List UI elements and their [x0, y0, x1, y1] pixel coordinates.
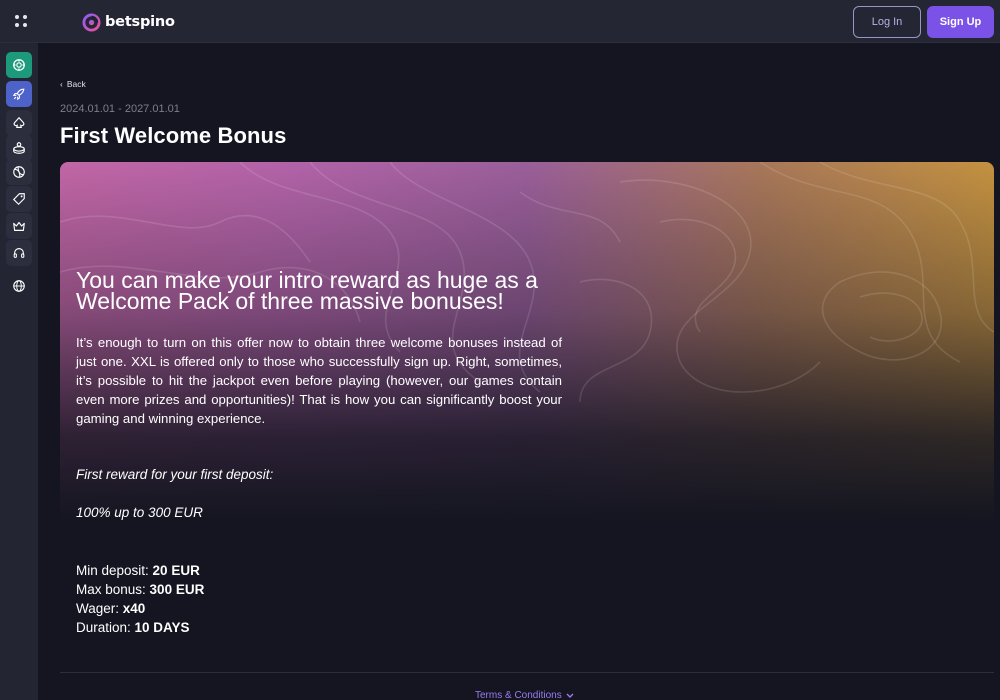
casino-chip-icon [13, 59, 25, 71]
reward-heading: First reward for your first deposit: [76, 467, 274, 482]
detail-label: Max bonus: [76, 582, 150, 597]
logo-text: betspino [105, 14, 175, 30]
sidebar [0, 43, 38, 700]
crown-icon [13, 221, 25, 231]
sidebar-item-vip[interactable] [6, 213, 32, 239]
tag-icon [12, 193, 25, 206]
back-link[interactable]: ‹ Back [60, 79, 86, 89]
sidebar-item-offers[interactable] [6, 186, 32, 212]
detail-value: 10 DAYS [134, 620, 190, 635]
divider [60, 672, 994, 673]
page-title: First Welcome Bonus [60, 123, 287, 148]
chevron-down-icon [566, 693, 574, 698]
top-header: betspino Log In Sign Up [0, 0, 1000, 43]
headset-icon [13, 248, 25, 258]
promo-banner: You can make your intro reward as huge a… [60, 162, 994, 662]
terms-toggle[interactable]: Terms & Conditions [475, 690, 574, 700]
detail-row: Max bonus: 300 EUR [76, 580, 204, 599]
sidebar-item-casino[interactable] [6, 52, 32, 78]
detail-value: x40 [122, 601, 146, 616]
sidebar-item-sports[interactable] [6, 159, 32, 185]
live-casino-icon [13, 142, 25, 154]
detail-row: Min deposit: 20 EUR [76, 561, 204, 580]
detail-label: Min deposit: [76, 563, 153, 578]
detail-value: 300 EUR [149, 582, 205, 597]
spade-icon [13, 116, 25, 128]
bonus-details: Min deposit: 20 EUR Max bonus: 300 EUR W… [76, 561, 204, 637]
banner-headline: You can make your intro reward as huge a… [76, 267, 538, 314]
reward-value: 100% up to 300 EUR [76, 505, 203, 520]
menu-grid-icon[interactable] [12, 12, 30, 30]
detail-label: Duration: [76, 620, 135, 635]
date-range: 2024.01.01 - 2027.01.01 [60, 103, 180, 115]
rocket-icon [12, 88, 25, 101]
globe-icon [13, 280, 25, 292]
sidebar-item-promotions[interactable] [6, 81, 32, 107]
sidebar-item-live-casino[interactable] [6, 135, 32, 161]
banner-description: It’s enough to turn on this offer now to… [76, 335, 562, 426]
sidebar-item-poker[interactable] [6, 110, 32, 136]
terms-label: Terms & Conditions [475, 690, 562, 700]
sidebar-item-support[interactable] [6, 240, 32, 266]
back-label: Back [66, 79, 86, 89]
detail-row: Duration: 10 DAYS [76, 618, 204, 637]
chevron-left-icon: ‹ [60, 79, 63, 89]
detail-label: Wager: [76, 601, 123, 616]
detail-row: Wager: x40 [76, 599, 204, 618]
sidebar-item-language[interactable] [6, 273, 32, 299]
detail-value: 20 EUR [152, 563, 200, 578]
signup-button[interactable]: Sign Up [927, 6, 994, 38]
login-button[interactable]: Log In [853, 6, 921, 38]
betspino-logo-icon [82, 12, 101, 32]
logo[interactable]: betspino [82, 11, 175, 33]
sports-ball-icon [13, 166, 25, 178]
